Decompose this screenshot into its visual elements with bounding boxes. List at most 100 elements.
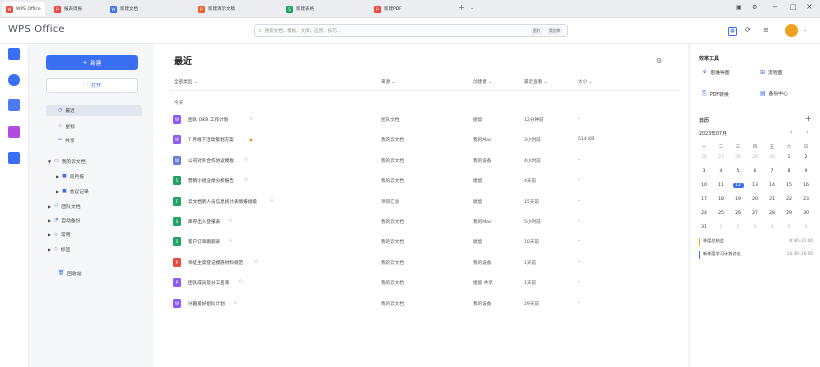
calendar-day[interactable]: 18 bbox=[713, 197, 729, 202]
calendar-day[interactable]: 3 bbox=[747, 225, 763, 230]
calendar-day[interactable]: 14 bbox=[764, 183, 780, 188]
table-row[interactable]: W 兴趣爱好组队计划 我的云文档 我的设备 29天前 – ⚇ bbox=[165, 294, 685, 314]
calendar-day[interactable]: 10 bbox=[696, 183, 712, 188]
nav-item-auto-backup[interactable]: ▶ ◔ 自动备份 bbox=[48, 215, 80, 226]
calendar-icon[interactable] bbox=[8, 152, 20, 164]
calendar-day[interactable]: 4 bbox=[764, 225, 780, 230]
documents-icon[interactable] bbox=[8, 48, 20, 60]
calendar-day[interactable]: 20 bbox=[747, 197, 763, 202]
collaborate-icon[interactable]: ⚇ bbox=[254, 260, 258, 265]
nav-item-meetings[interactable]: ▶ ■ 会议记录 bbox=[56, 186, 89, 197]
nav-item-common[interactable]: ▶ ⟐ 常用 bbox=[48, 229, 70, 240]
calendar-day[interactable]: 23 bbox=[798, 197, 814, 202]
calendar-day[interactable]: 3 bbox=[696, 169, 712, 174]
table-row[interactable]: F 云文档新人员信息统计表情报组级 项目汇总 捷督 15天前 – ⚇ bbox=[165, 192, 685, 212]
tab-doc-4[interactable]: S 新建表格 bbox=[282, 2, 318, 16]
sort-last-viewed[interactable]: 最近查看 ⌄ bbox=[524, 79, 548, 85]
calendar-day[interactable]: 19 bbox=[730, 197, 746, 202]
table-row[interactable]: W 公司对外合作协议模板 我的云文档 我的设备 4小时前 – ⚇ bbox=[165, 151, 685, 171]
nav-item-trash[interactable]: 🗑 回收站 bbox=[58, 268, 82, 279]
apps-icon[interactable] bbox=[8, 126, 20, 138]
tab-doc-2[interactable]: W 新建文档 bbox=[106, 2, 142, 16]
layout-icon[interactable]: ▣ bbox=[736, 4, 742, 11]
table-row[interactable]: P 团队成员及分工名单 我的云文档 捷督 共享 1天前 – ⚇ bbox=[165, 273, 685, 293]
nav-item-tags[interactable]: ▶ ◇ 标签 bbox=[48, 244, 70, 255]
calendar-day[interactable]: 26 bbox=[696, 155, 712, 160]
star-icon[interactable]: ● bbox=[249, 137, 253, 142]
nav-item-starred[interactable]: ☆ 星标 bbox=[58, 121, 75, 132]
table-row[interactable]: W 团队 OKR 工作计划 团队文档 捷督 12分钟前 – ⚇ bbox=[165, 110, 685, 130]
calendar-day[interactable]: 30 bbox=[798, 211, 814, 216]
calendar-day[interactable]: 1 bbox=[713, 225, 729, 230]
collaborate-icon[interactable]: ⚇ bbox=[228, 219, 232, 224]
nav-item-recent[interactable]: ◷ 最近 bbox=[46, 105, 142, 116]
collaborate-icon[interactable]: ⚇ bbox=[228, 239, 232, 244]
restore-button[interactable]: □ bbox=[790, 3, 797, 11]
calendar-day[interactable]: 9 bbox=[798, 169, 814, 174]
table-row[interactable]: S 库存出入登报表 我的云文档 我的Mac 5小时前 – ⚇ bbox=[165, 212, 685, 232]
menu-icon[interactable]: ≡ bbox=[763, 26, 769, 34]
calendar-day[interactable]: 1 bbox=[781, 155, 797, 160]
close-button[interactable]: × bbox=[806, 2, 813, 11]
calendar-day[interactable]: 6 bbox=[798, 225, 814, 230]
tab-doc-5[interactable]: P 新建PDF bbox=[370, 2, 406, 16]
calendar-day[interactable]: 30 bbox=[764, 155, 780, 160]
tab-list-chevron-icon[interactable]: ⌄ bbox=[470, 5, 474, 11]
sort-size[interactable]: 大小 ⌄ bbox=[578, 79, 593, 85]
calendar-day[interactable]: 16 bbox=[798, 183, 814, 188]
list-settings-icon[interactable]: ⚙ bbox=[656, 57, 662, 65]
tab-doc-1[interactable]: P 报表周报 bbox=[50, 2, 86, 16]
recent-clock-icon[interactable] bbox=[8, 74, 20, 86]
calendar-day[interactable]: 13 bbox=[747, 183, 763, 188]
tool-backup-center[interactable]: ▤ 备份中心 bbox=[760, 90, 788, 97]
calendar-event[interactable]: 季度总结会 8:30–11:00 bbox=[699, 238, 817, 246]
calendar-day[interactable]: 24 bbox=[696, 211, 712, 216]
table-row[interactable]: W 7 月线下活动策划方案 我的云文档 我的Mac 3小时前 514 KB ● bbox=[165, 130, 685, 150]
calendar-day[interactable]: 8 bbox=[781, 169, 797, 174]
calendar-day[interactable]: 22 bbox=[781, 197, 797, 202]
calendar-day[interactable]: 27 bbox=[747, 211, 763, 216]
calendar-day[interactable]: 29 bbox=[747, 155, 763, 160]
nav-item-bimonthly[interactable]: ▶ ■ 双月报 bbox=[56, 171, 84, 182]
calendar-day[interactable]: 28 bbox=[730, 155, 746, 160]
tool-mindmap[interactable]: ⚘ 思维导图 bbox=[702, 69, 730, 76]
table-row[interactable]: S 客户订单跟踪表 我的云文档 捷督 10天前 – ⚇ bbox=[165, 232, 685, 252]
calendar-day[interactable]: 7 bbox=[764, 169, 780, 174]
calendar-day[interactable]: 15 bbox=[781, 183, 797, 188]
collaborate-icon[interactable]: ⚇ bbox=[244, 158, 248, 163]
calendar-day[interactable]: 25 bbox=[713, 211, 729, 216]
calendar-day[interactable]: 5 bbox=[730, 169, 746, 174]
filter-creator[interactable]: 创建者 ⌄ bbox=[473, 79, 492, 85]
collaborate-icon[interactable]: ⚇ bbox=[249, 117, 253, 122]
calendar-day[interactable]: 2 bbox=[798, 155, 814, 160]
calendar-day[interactable]: 27 bbox=[713, 155, 729, 160]
new-button[interactable]: + 新建 bbox=[46, 55, 138, 70]
calendar-day[interactable]: 6 bbox=[747, 169, 763, 174]
calendar-day[interactable]: 31 bbox=[696, 225, 712, 230]
calendar-event[interactable]: 新季度学习计划讨论 14:30–16:00 bbox=[699, 251, 817, 259]
calendar-day[interactable]: 21 bbox=[764, 197, 780, 202]
calendar-day[interactable]: 11 bbox=[713, 183, 729, 188]
collaborate-icon[interactable]: ⚇ bbox=[234, 301, 238, 306]
calendar-day[interactable]: 2 bbox=[730, 225, 746, 230]
calendar-day[interactable]: 28 bbox=[764, 211, 780, 216]
new-tab-plus-icon[interactable]: + bbox=[458, 3, 465, 12]
settings-icon[interactable]: ⚙ bbox=[752, 4, 757, 11]
calendar-day[interactable]: 26 bbox=[730, 211, 746, 216]
next-month-icon[interactable]: › bbox=[806, 129, 808, 136]
calendar-day[interactable]: 29 bbox=[781, 211, 797, 216]
nav-item-my-cloud[interactable]: ▼ ▭ 我的云文档 bbox=[48, 156, 86, 167]
open-button[interactable]: 🗀 打开 bbox=[46, 78, 138, 93]
add-event-plus-icon[interactable]: + bbox=[805, 114, 812, 123]
apps-grid-icon[interactable]: ▦ bbox=[728, 27, 737, 36]
table-row[interactable]: P 师徒主席登记摸底材料规范 我的云文档 我的设备 1天前 – ⚇ bbox=[165, 253, 685, 273]
calendar-day[interactable]: 17 bbox=[696, 197, 712, 202]
collaborate-icon[interactable]: ⚇ bbox=[244, 178, 248, 183]
table-row[interactable]: S 营销小组业绩分析报告 我的云文档 捷督 4天前 – ⚇ bbox=[165, 171, 685, 191]
calendar-day[interactable]: 5 bbox=[781, 225, 797, 230]
nav-item-shared[interactable]: ⚯ 共享 bbox=[58, 135, 75, 146]
filter-source[interactable]: 来源 ⌄ bbox=[381, 79, 396, 85]
calendar-day[interactable]: 4 bbox=[713, 169, 729, 174]
prev-month-icon[interactable]: ‹ bbox=[790, 129, 792, 136]
tool-flowchart[interactable]: ⊞ 流程图 bbox=[760, 69, 782, 76]
